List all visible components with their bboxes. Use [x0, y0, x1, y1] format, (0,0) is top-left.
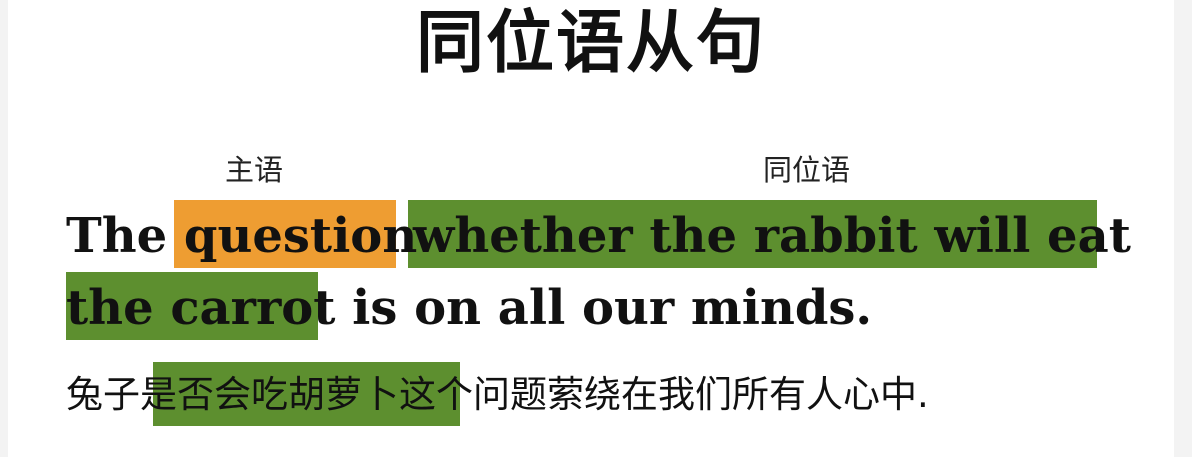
appositive-label: 同位语: [763, 153, 851, 187]
appositive-clause-part2: the carrot: [66, 280, 336, 336]
chinese-subject: 兔子: [66, 373, 140, 416]
appositive-clause-part1: whether the rabbit will eat: [413, 208, 1131, 264]
english-sentence-line1: The question: [66, 206, 417, 266]
chinese-predicate: 这个问题萦绕在我们所有人心中.: [399, 373, 929, 416]
english-word-the: The: [66, 208, 184, 264]
english-sentence-line2: the carrot is on all our minds.: [66, 278, 872, 338]
subject-noun: question: [183, 208, 418, 264]
subject-label: 主语: [225, 153, 284, 187]
chinese-sentence: 兔子是否会吃胡萝卜这个问题萦绕在我们所有人心中.: [66, 370, 929, 420]
slide: 同位语从句 主语 同位语 The question whether the ra…: [8, 0, 1174, 457]
appositive-clause-line1: whether the rabbit will eat: [413, 206, 1131, 266]
slide-title: 同位语从句: [415, 4, 766, 83]
predicate: is on all our minds.: [335, 280, 873, 336]
chinese-appositive: 是否会吃胡萝卜: [140, 373, 399, 416]
